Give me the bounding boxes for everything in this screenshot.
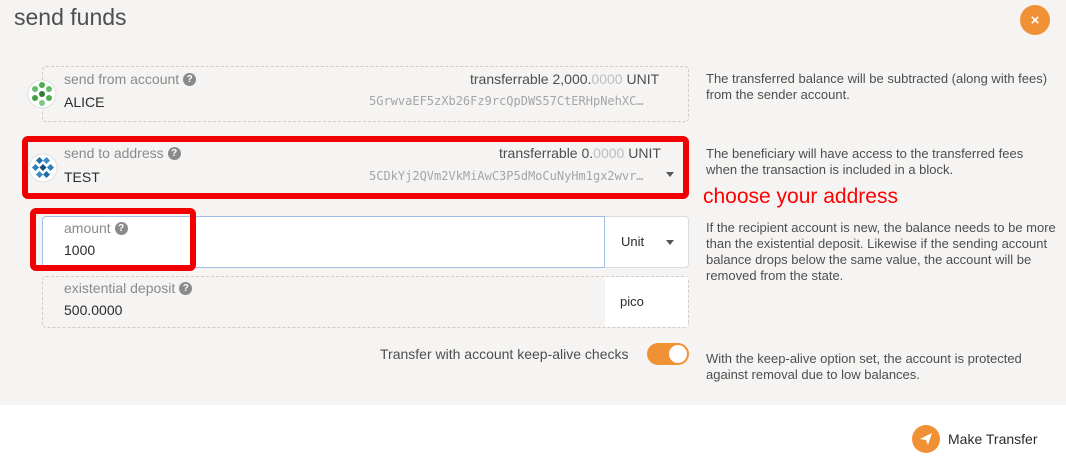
keep-alive-label: Transfer with account keep-alive checks: [380, 346, 629, 362]
send-to-help-text: The beneficiary will have access to the …: [706, 146, 1024, 177]
existential-deposit-label-text: existential deposit: [64, 280, 176, 296]
modal-footer: [0, 405, 1066, 469]
close-button[interactable]: ×: [1020, 5, 1050, 35]
amount-help-text: If the recipient account is new, the bal…: [706, 220, 1056, 283]
alice-identicon-icon: [27, 79, 57, 109]
help-icon[interactable]: ?: [179, 281, 193, 295]
balance-decimals: 0000: [591, 71, 623, 87]
existential-deposit-unit: pico: [620, 294, 644, 309]
send-from-help-text: The transferred balance will be subtract…: [706, 71, 1048, 102]
highlight-box-amount: [30, 208, 196, 271]
annotation-text: choose your address: [703, 185, 898, 208]
existential-deposit-label: existential deposit ?: [64, 280, 193, 296]
close-icon: ×: [1030, 11, 1040, 29]
amount-unit-select[interactable]: [605, 216, 689, 268]
existential-deposit-value: 500.0000: [64, 302, 123, 318]
chevron-down-icon[interactable]: [666, 240, 674, 245]
send-from-transferrable: transferrable 2,000.0000 UNIT: [470, 71, 659, 87]
highlight-box-send-to: [22, 136, 689, 199]
send-from-account-name: ALICE: [64, 94, 105, 110]
existential-deposit-unit-box: [605, 277, 688, 327]
keep-alive-help-text: With the keep-alive option set, the acco…: [706, 351, 1022, 382]
send-from-label: send from account ?: [64, 71, 197, 87]
send-from-label-text: send from account: [64, 71, 180, 87]
toggle-knob: [669, 345, 687, 363]
modal-body: send funds × send from account ? transfe…: [0, 0, 1066, 405]
send-icon: [912, 425, 940, 453]
make-transfer-button[interactable]: Make Transfer: [912, 425, 1037, 453]
make-transfer-label: Make Transfer: [948, 431, 1038, 447]
balance-unit: UNIT: [626, 71, 660, 87]
keep-alive-toggle[interactable]: [647, 343, 689, 365]
unit-select-label: Unit: [621, 234, 645, 249]
balance-main: 2,000.: [552, 71, 592, 87]
transferrable-label: transferrable: [470, 71, 549, 87]
help-icon[interactable]: ?: [183, 72, 197, 86]
modal-title: send funds: [14, 4, 127, 30]
send-from-address: 5GrwvaEF5zXb26Fz9rcQpDWS57CtERHpNehXC…: [369, 94, 644, 108]
